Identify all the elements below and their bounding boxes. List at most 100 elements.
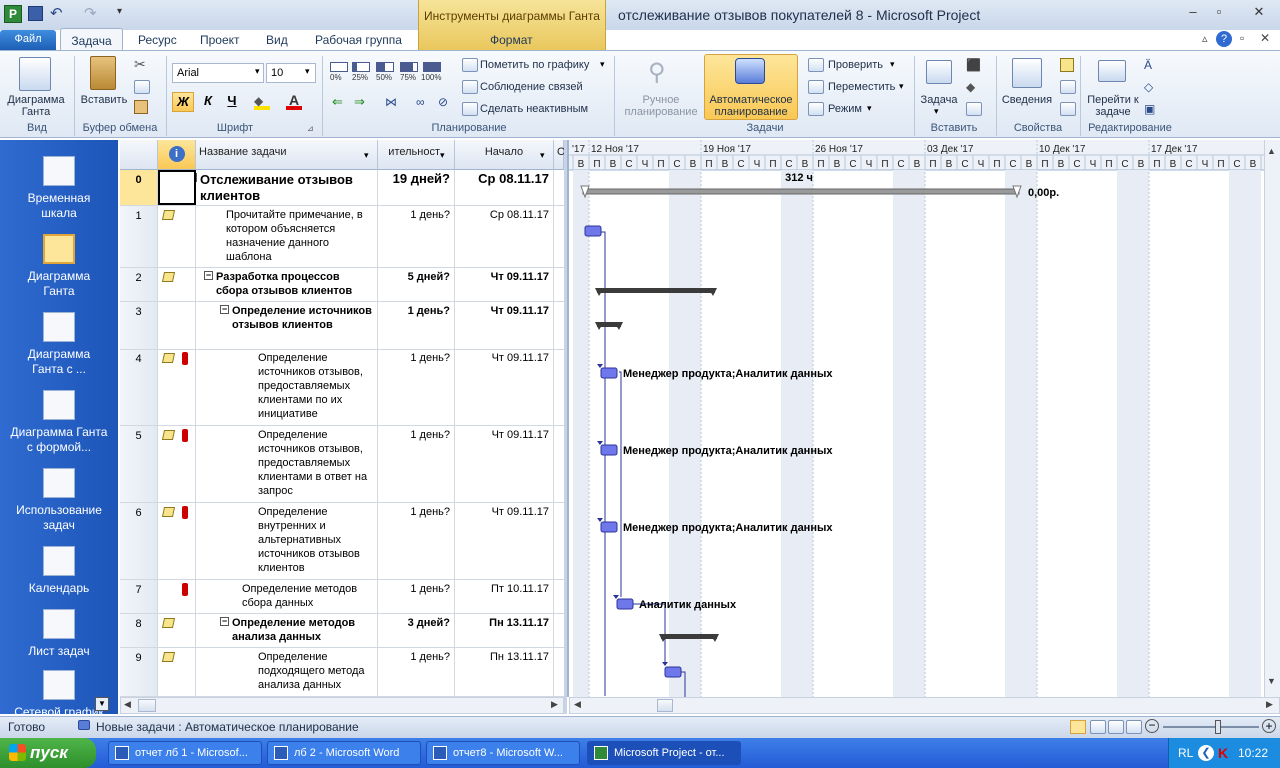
- collapse-icon[interactable]: −: [204, 271, 213, 280]
- note-icon[interactable]: [161, 618, 176, 628]
- scroll-up-icon[interactable]: ▲: [1267, 146, 1276, 156]
- resource-person-icon[interactable]: [182, 429, 188, 442]
- italic-button[interactable]: К: [198, 92, 218, 112]
- table-row[interactable]: 3 − Определение источников отзывов клиенто…: [120, 302, 564, 350]
- row-id[interactable]: 4: [120, 349, 158, 425]
- table-row[interactable]: 4 Определение источников отзывов, предост…: [120, 349, 564, 426]
- gantt-hscrollbar[interactable]: [569, 697, 1280, 714]
- tab-format[interactable]: Формат: [482, 30, 541, 50]
- task-name-cell[interactable]: Определение подходящего метода анализа д…: [196, 648, 378, 696]
- start-cell[interactable]: Ср 08.11.17: [455, 206, 554, 267]
- undo-icon[interactable]: ↶: [50, 4, 63, 22]
- indent-icon[interactable]: ⇒: [354, 94, 365, 110]
- unlink-icon[interactable]: ⊘: [438, 95, 448, 109]
- chevron-down-icon[interactable]: ▾: [364, 150, 369, 161]
- chevron-down-icon[interactable]: ▾: [934, 106, 939, 117]
- deliverable-icon[interactable]: [966, 102, 982, 116]
- collapse-icon[interactable]: −: [196, 173, 197, 182]
- task-name-cell[interactable]: − Разработка процессов сбора отзывов клие…: [196, 268, 378, 301]
- milestone-icon[interactable]: ◆: [966, 80, 975, 94]
- inactivate-button[interactable]: Сделать неактивным: [480, 103, 588, 115]
- tab-file[interactable]: Файл: [0, 30, 56, 50]
- chevron-down-icon[interactable]: ▾: [540, 150, 545, 161]
- add-to-timeline-icon[interactable]: [1060, 102, 1076, 116]
- view-gantt-form[interactable]: Диаграмма Ганта с формой...: [0, 425, 118, 455]
- chevron-down-icon[interactable]: ▾: [600, 59, 605, 70]
- select-all-corner[interactable]: [120, 140, 158, 170]
- split-icon[interactable]: ⋈: [385, 95, 397, 109]
- inactivate-icon[interactable]: [462, 102, 478, 116]
- start-cell[interactable]: Чт 09.11.17: [455, 268, 554, 301]
- zoom-slider-thumb[interactable]: [1215, 720, 1221, 734]
- font-color-icon[interactable]: A: [286, 92, 302, 110]
- chevron-down-icon[interactable]: ▾: [305, 66, 310, 77]
- note-icon[interactable]: [161, 652, 176, 662]
- notes-icon[interactable]: [1060, 58, 1074, 72]
- view-tracking-gantt[interactable]: Диаграмма Ганта с ...: [0, 347, 118, 377]
- chevron-down-icon[interactable]: ▾: [440, 150, 445, 161]
- format-painter-icon[interactable]: [134, 100, 148, 114]
- duration-cell[interactable]: 5 дней?: [378, 268, 455, 301]
- duration-cell[interactable]: 1 день?: [378, 426, 455, 502]
- team-planner-shortcut-icon[interactable]: [1108, 720, 1124, 734]
- scroll-left-icon[interactable]: ◀: [574, 699, 581, 710]
- gantt-chart-button[interactable]: Диаграмма Ганта: [4, 94, 68, 118]
- row-id[interactable]: 9: [120, 648, 158, 696]
- scroll-right-icon[interactable]: ▶: [551, 699, 558, 710]
- pct-50-icon[interactable]: [376, 62, 394, 72]
- gantt-view-shortcut-icon[interactable]: [1070, 720, 1086, 734]
- start-cell[interactable]: Ср 08.11.17: [455, 170, 554, 205]
- view-calendar[interactable]: Календарь: [0, 581, 118, 596]
- clear-icon[interactable]: ◇: [1144, 80, 1153, 94]
- inspect-icon[interactable]: [808, 58, 824, 72]
- underline-button[interactable]: Ч: [222, 92, 242, 112]
- row-id[interactable]: 2: [120, 268, 158, 301]
- row-id[interactable]: 8: [120, 614, 158, 647]
- table-row[interactable]: 6 Определение внутренних и альтернативных…: [120, 503, 564, 580]
- zoom-out-icon[interactable]: −: [1145, 719, 1159, 733]
- zoom-in-icon[interactable]: +: [1262, 719, 1276, 733]
- tab-team[interactable]: Рабочая группа: [307, 30, 410, 50]
- tab-project[interactable]: Проект: [192, 30, 248, 50]
- dialog-launcher-icon[interactable]: ⊿: [307, 124, 314, 133]
- copy-icon[interactable]: [134, 80, 150, 94]
- task-name-cell[interactable]: Определение источников отзывов, предоста…: [196, 426, 378, 502]
- view-task-sheet[interactable]: Лист задач: [0, 644, 118, 659]
- header-name[interactable]: Название задачи: [196, 140, 378, 170]
- chevron-down-icon[interactable]: ▾: [899, 81, 904, 92]
- paste-button[interactable]: Вставить: [78, 94, 130, 106]
- mode-button[interactable]: Режим: [828, 103, 862, 115]
- taskbar-project[interactable]: Microsoft Project - от...: [587, 741, 741, 765]
- maximize-button[interactable]: ▫: [1208, 4, 1230, 22]
- taskbar-word-2[interactable]: лб 2 - Microsoft Word: [267, 741, 421, 765]
- zoom-slider[interactable]: [1163, 726, 1259, 728]
- start-cell[interactable]: Пн 13.11.17: [455, 648, 554, 696]
- start-cell[interactable]: Чт 09.11.17: [455, 349, 554, 425]
- respect-links-icon[interactable]: [462, 80, 478, 94]
- note-icon[interactable]: [161, 353, 176, 363]
- tab-view[interactable]: Вид: [258, 30, 296, 50]
- mode-icon[interactable]: [808, 102, 824, 116]
- row-id[interactable]: 5: [120, 426, 158, 502]
- fill-color-icon[interactable]: ◆: [254, 94, 270, 110]
- table-row[interactable]: 8− Определение методов анализа данных 3 дн…: [120, 614, 564, 648]
- pct-75-icon[interactable]: [400, 62, 418, 72]
- view-gantt[interactable]: Диаграмма Ганта: [0, 269, 118, 299]
- duration-cell[interactable]: 19 дней?: [378, 170, 455, 205]
- scroll-left-icon[interactable]: ◀: [124, 699, 131, 710]
- row-id[interactable]: 1: [120, 206, 158, 267]
- pct-100-icon[interactable]: [423, 62, 441, 72]
- table-row[interactable]: 9 Определение подходящего метода анализа …: [120, 648, 564, 697]
- tab-task[interactable]: Задача: [60, 28, 123, 51]
- task-name-cell[interactable]: −Отслеживание отзывов клиентов: [196, 170, 378, 205]
- duration-cell[interactable]: 1 день?: [378, 206, 455, 267]
- cut-icon[interactable]: ✂: [134, 56, 146, 73]
- duration-cell[interactable]: 1 день?: [378, 648, 455, 696]
- duration-cell[interactable]: 1 день?: [378, 302, 455, 349]
- status-new-tasks[interactable]: Новые задачи : Автоматическое планирован…: [96, 720, 359, 734]
- link-icon[interactable]: ∞: [416, 95, 425, 109]
- start-cell[interactable]: Пн 13.11.17: [455, 614, 554, 647]
- mark-on-track-icon[interactable]: [462, 58, 478, 72]
- task-usage-shortcut-icon[interactable]: [1090, 720, 1106, 734]
- start-cell[interactable]: Пт 10.11.17: [455, 580, 554, 613]
